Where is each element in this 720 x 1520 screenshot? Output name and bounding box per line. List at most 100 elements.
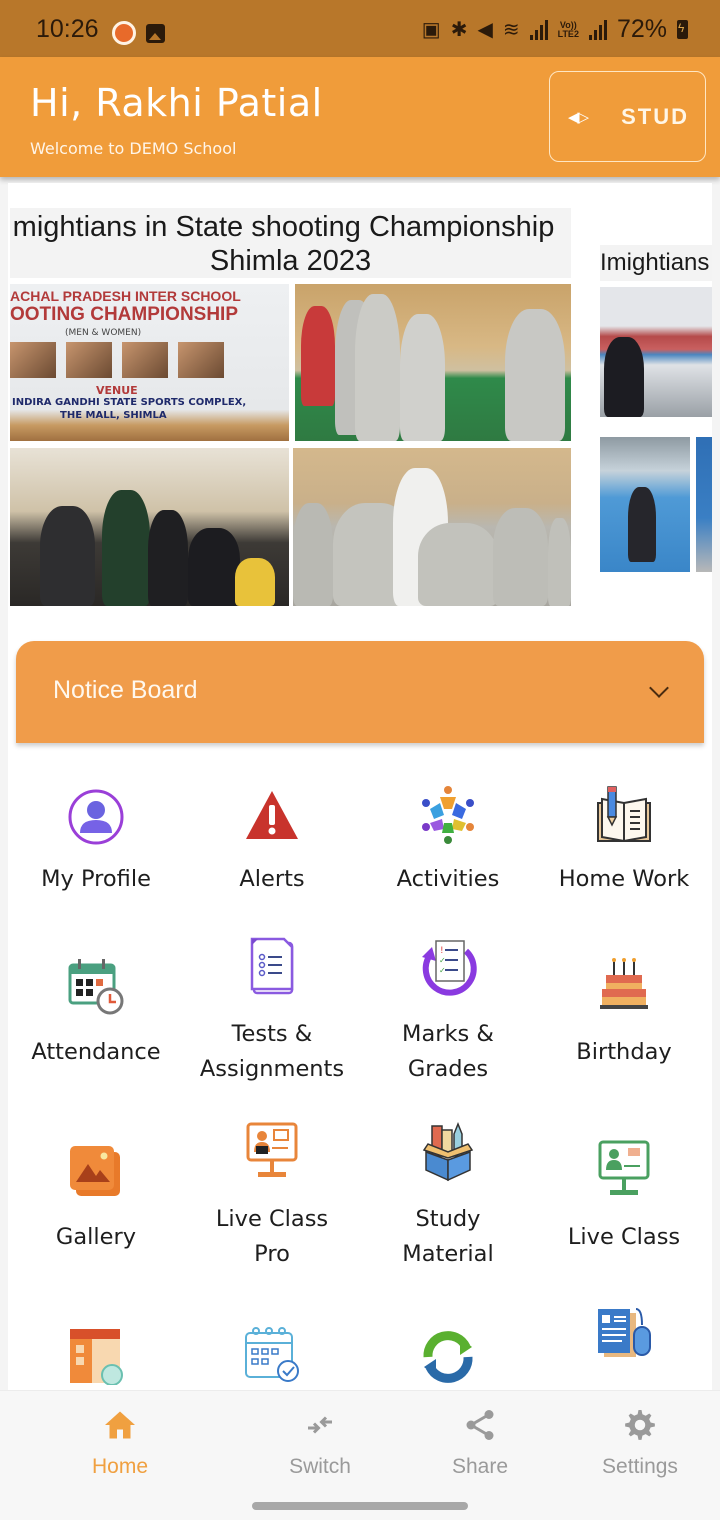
notice-board-accordion[interactable]: Notice Board [16,641,704,743]
poster-line2: OOTING CHAMPIONSHIP [10,304,239,325]
home-gesture-bar[interactable] [252,1502,468,1510]
menu-label-line1: Live Class [215,1206,329,1232]
nav-label: Share [451,1455,509,1478]
menu-label: Tests & Assignments [184,1017,360,1087]
menu-label-line1: Tests & [231,1021,313,1047]
banner-slide-2[interactable]: Imightians [600,245,712,605]
alert-icon [246,791,298,839]
championship-poster-photo: ACHAL PRADESH INTER SCHOOL OOTING CHAMPI… [10,284,289,441]
menu-home-work[interactable]: Home Work [536,773,712,913]
status-time: 10:26 [36,15,99,43]
switch-role-button[interactable]: ◀▷ STUD [549,71,706,162]
menu-resume[interactable] [536,1303,712,1393]
menu-live-class[interactable]: Live Class [536,1118,712,1278]
network-type-label: Vo)) LTE2 [557,19,579,39]
menu-birthday[interactable]: Birthday [536,933,712,1093]
switch-arrows-icon [308,1416,332,1434]
live-class-icon [598,1140,650,1195]
banner-title-line2: Shimla 2023 [209,245,372,277]
menu-attendance[interactable]: Attendance [8,933,184,1093]
signal-2-icon [588,19,607,40]
team-photo [293,448,571,606]
nav-settings[interactable]: Settings [560,1401,720,1491]
menu-label: Home Work [558,866,690,892]
poster-venue: VENUE [96,384,138,397]
mute-icon: ◀︎ [477,19,493,41]
menu-live-class-pro[interactable]: Live Class Pro [184,1118,360,1278]
menu-activities[interactable]: Activities [360,773,536,913]
menu-label: My Profile [41,866,151,892]
swap-horizontal-icon: ◀▷ [568,107,589,126]
nav-label: Home [91,1455,149,1478]
app-notification-icon [112,21,136,45]
resume-mouse-icon [598,1308,651,1357]
menu-sync[interactable] [360,1303,536,1393]
profile-icon [68,789,124,845]
sync-icon [423,1331,473,1383]
nav-label: Settings [602,1455,678,1478]
banner-slide-1[interactable]: mightians in State shooting Championship… [10,208,571,606]
menu-label: Attendance [31,1039,161,1065]
bottom-navigation: Home Switch Share Settings [0,1390,720,1520]
poster-address1: INDIRA GANDHI STATE SPORTS COMPLEX, [12,397,247,408]
study-material-icon [422,1121,474,1182]
svg-text:!: ! [440,946,444,956]
shooting-range-photo [295,284,571,441]
menu-label: Birthday [576,1039,672,1065]
svg-text:✓: ✓ [439,966,446,975]
app-header: Hi, Rakhi Patial Welcome to DEMO School … [0,57,720,177]
menu-timetable[interactable] [8,1303,184,1393]
poster-faces [10,342,224,378]
menu-label: Study Material [360,1202,536,1272]
home-content[interactable]: mightians in State shooting Championship… [8,183,712,1393]
menu-label-line2: Grades [407,1056,489,1082]
menu-my-profile[interactable]: My Profile [8,773,184,913]
share-icon [466,1410,494,1440]
menu-label: Live Class [567,1224,681,1250]
menu-study-material[interactable]: Study Material [360,1118,536,1278]
menu-tests-assignments[interactable]: Tests & Assignments [184,933,360,1093]
nav-home[interactable]: Home [40,1401,200,1491]
menu-alerts[interactable]: Alerts [184,773,360,913]
birthday-cake-icon [600,958,648,1009]
banner-2-title: Imightians [600,245,712,281]
wifi-icon: ≋ [502,19,520,41]
live-class-pro-icon [246,1122,298,1177]
nav-label: Switch [289,1455,351,1478]
menu-marks-grades[interactable]: ! ✓ ✓ Marks & Grades [360,933,536,1093]
battery-percent: 72% [616,15,667,43]
menu-gallery[interactable]: Gallery [8,1118,184,1278]
bluetooth-icon: ✱ [450,19,468,41]
status-bar: 10:26 ▣ ✱ ◀︎ ≋ Vo)) LTE2 72% [0,0,720,57]
gallery-notification-icon [146,24,165,43]
greeting-title: Hi, Rakhi Patial [30,81,323,125]
menu-label-line2: Pro [254,1241,290,1267]
banner-title-line1: mightians in State shooting Championship [12,211,555,243]
menu-label-line1: Study [415,1206,481,1232]
signal-icon [529,19,548,40]
marks-icon: ! ✓ ✓ [422,940,477,996]
menu-label: Alerts [239,866,305,892]
gallery-icon [70,1146,120,1196]
menu-label: Marks & Grades [360,1017,536,1087]
calendar-check-icon [245,1327,299,1382]
status-icons: ▣ ✱ ◀︎ ≋ Vo)) LTE2 72% [422,15,688,44]
menu-label-line1: Marks & [402,1021,494,1047]
gear-icon [625,1410,655,1440]
menu-label: Activities [396,866,500,892]
swimming-pool-photo [600,437,690,572]
battery-charging-icon [677,20,688,39]
welcome-subtitle: Welcome to DEMO School [30,139,237,158]
chevron-down-icon [649,678,669,698]
medal-ceremony-photo [10,448,289,606]
menu-calendar[interactable] [184,1303,360,1393]
stadium-photo [600,287,712,417]
homework-icon [597,786,651,843]
nav-share[interactable]: Share [400,1401,560,1491]
poster-line1: ACHAL PRADESH INTER SCHOOL [10,288,241,304]
menu-label-line2: Material [402,1241,494,1267]
menu-label-line2: Assignments [199,1056,345,1082]
nav-switch[interactable]: Switch [240,1401,400,1491]
home-icon [105,1411,135,1439]
poster-line3: (MEN & WOMEN) [65,328,142,338]
